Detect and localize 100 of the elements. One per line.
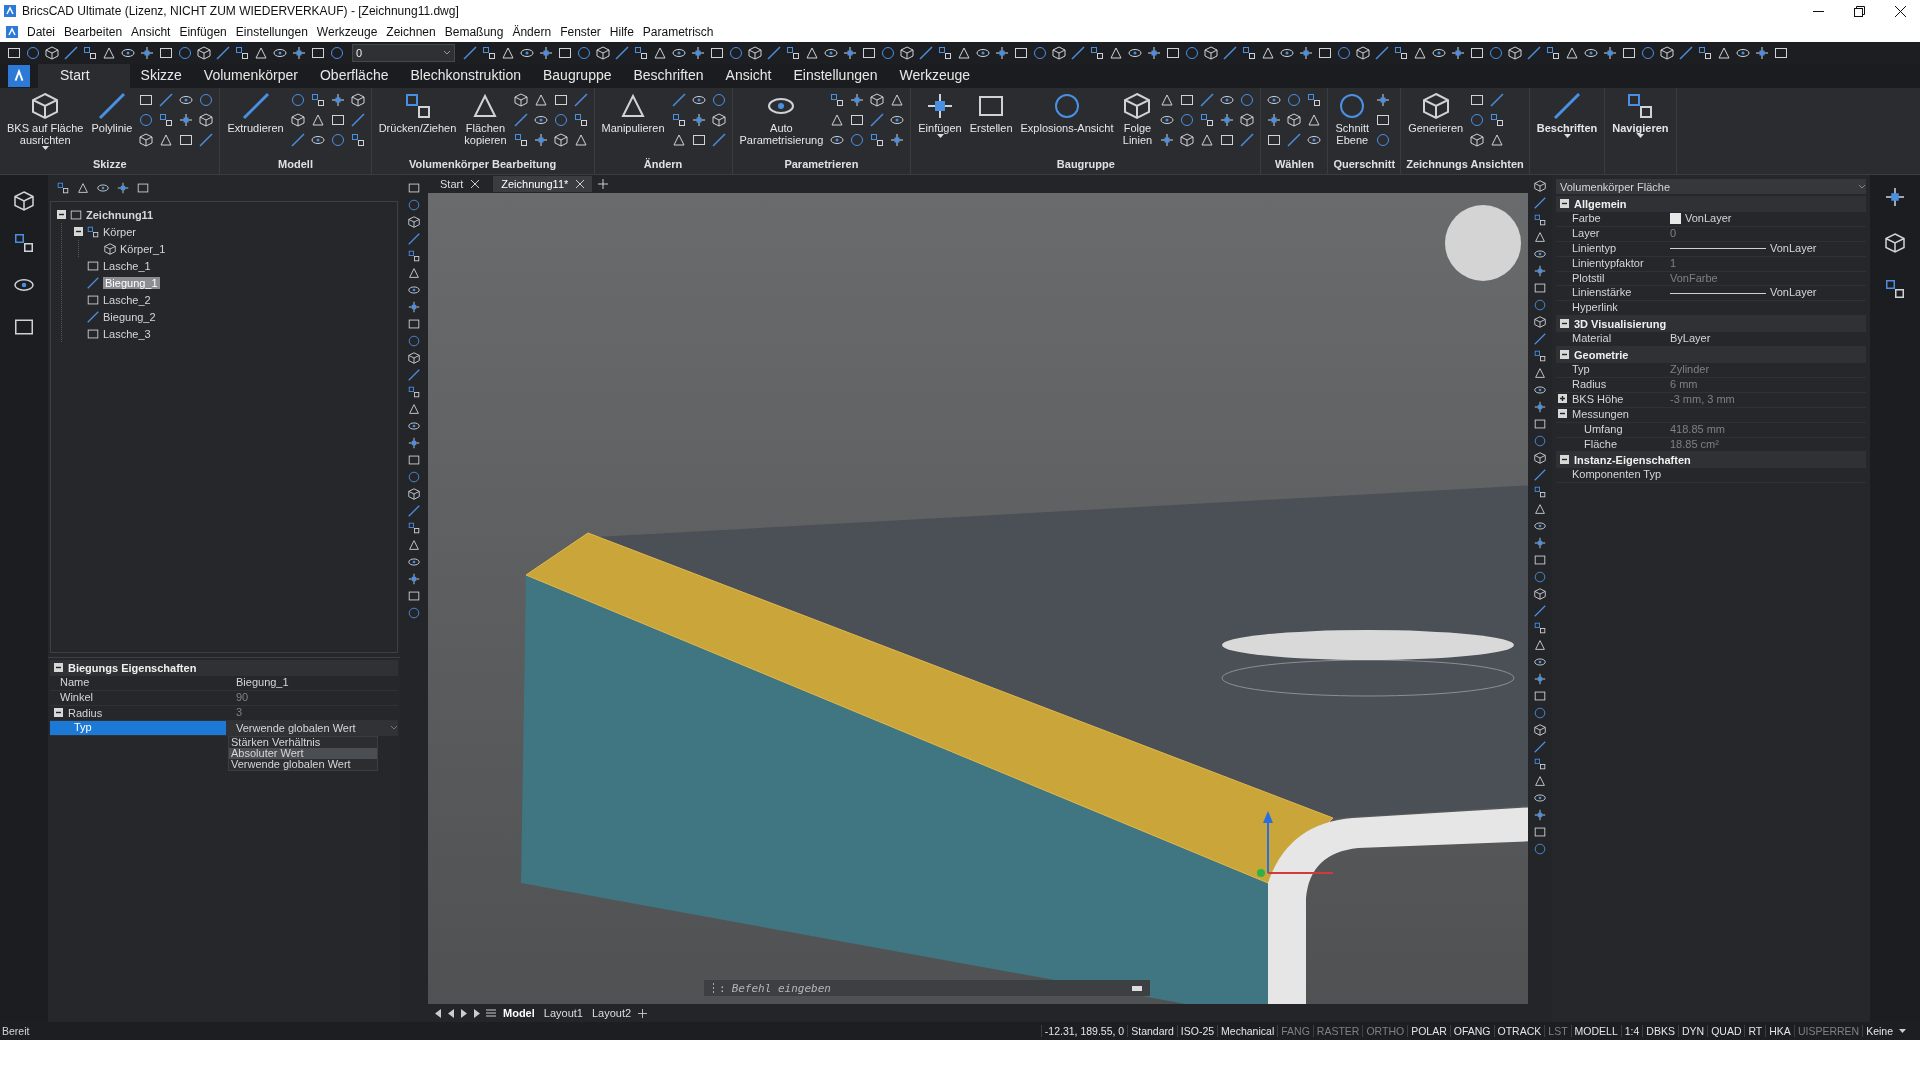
layout-list-icon[interactable] (486, 1008, 496, 1018)
collapse-icon[interactable] (1560, 199, 1569, 208)
toolbar-icon[interactable] (1507, 45, 1523, 61)
ribbon-tab[interactable]: Oberfläche (309, 64, 400, 88)
drawing-icon[interactable] (69, 207, 83, 222)
menu-item[interactable]: Parametrisch (642, 24, 714, 40)
menu-item[interactable]: Einstellungen (235, 24, 308, 40)
tool-icon[interactable] (1199, 112, 1216, 128)
tree-tool-icon[interactable] (116, 181, 130, 195)
toolbar-icon[interactable] (1355, 45, 1371, 61)
tool-icon[interactable] (1239, 132, 1256, 148)
collapse-icon[interactable] (1560, 319, 1569, 329)
tool-icon[interactable] (670, 112, 687, 128)
draw-tool-icon[interactable] (407, 385, 421, 399)
status-toggle[interactable]: RASTER (1312, 1025, 1363, 1037)
toolbar-icon[interactable] (633, 45, 649, 61)
tool-icon[interactable] (198, 132, 215, 148)
menu-item[interactable]: Hilfe (609, 24, 634, 40)
tool-icon[interactable] (889, 132, 906, 148)
toolbar-icon[interactable] (500, 45, 516, 61)
toolbar-icon[interactable] (994, 45, 1010, 61)
menu-item[interactable]: Werkzeuge (316, 24, 378, 40)
modify-tool-icon[interactable] (1533, 196, 1547, 210)
tool-icon[interactable] (329, 132, 346, 148)
tool-icon[interactable] (1375, 112, 1392, 128)
modify-tool-icon[interactable] (1533, 689, 1547, 703)
toolbar-icon[interactable] (1374, 45, 1390, 61)
tool-icon[interactable] (1489, 132, 1506, 148)
add-icon[interactable] (638, 1008, 648, 1018)
draw-tool-icon[interactable] (407, 351, 421, 365)
tool-icon[interactable] (552, 92, 569, 108)
tool-icon[interactable] (869, 92, 886, 108)
viewport[interactable]: : Befehl eingeben (428, 193, 1528, 1004)
toolbar-icon[interactable] (63, 45, 79, 61)
status-toggle[interactable]: QUAD (1707, 1025, 1745, 1037)
toolbar-icon[interactable] (1773, 45, 1789, 61)
tool-icon[interactable] (1489, 112, 1506, 128)
toolbar-icon[interactable] (1013, 45, 1029, 61)
tool-icon[interactable] (512, 132, 529, 148)
tool-icon[interactable] (1286, 112, 1303, 128)
tool-icon[interactable] (178, 112, 195, 128)
tool-icon[interactable] (1199, 92, 1216, 108)
tool-icon[interactable] (512, 112, 529, 128)
ribbon-button[interactable]: Auto Parametrisierung (737, 90, 826, 158)
tool-icon[interactable] (158, 112, 175, 128)
toolbar-icon[interactable] (291, 45, 307, 61)
tool-icon[interactable] (1159, 132, 1176, 148)
toolbar-icon[interactable] (842, 45, 858, 61)
tool-icon[interactable] (552, 112, 569, 128)
tool-icon[interactable] (1239, 112, 1256, 128)
modify-tool-icon[interactable] (1533, 468, 1547, 482)
draw-tool-icon[interactable] (407, 402, 421, 416)
toolbar-icon[interactable] (1393, 45, 1409, 61)
tool-icon[interactable] (198, 112, 215, 128)
last-page-icon[interactable] (473, 1008, 481, 1018)
caret-icon[interactable] (1899, 1029, 1906, 1033)
tool-icon[interactable] (690, 112, 707, 128)
tool-icon[interactable] (532, 92, 549, 108)
tool-icon[interactable] (869, 132, 886, 148)
draw-tool-icon[interactable] (407, 419, 421, 433)
minimize-icon[interactable] (1132, 985, 1142, 991)
status-toggle[interactable]: 1:4 (1620, 1025, 1643, 1037)
plate-icon[interactable] (86, 292, 100, 307)
toolbar-icon[interactable] (1412, 45, 1428, 61)
modify-tool-icon[interactable] (1533, 791, 1547, 805)
view-navigator-icon[interactable] (1445, 205, 1521, 281)
ribbon-tab[interactable]: Blechkonstruktion (399, 64, 532, 88)
tool-icon[interactable] (1266, 132, 1283, 148)
tool-icon[interactable] (1266, 112, 1283, 128)
tool-icon[interactable] (329, 112, 346, 128)
next-page-icon[interactable] (460, 1008, 468, 1018)
toolbar-icon[interactable] (899, 45, 915, 61)
layout-tab[interactable]: Model (501, 1007, 537, 1019)
close-icon[interactable] (1895, 5, 1906, 17)
collapse-icon[interactable] (74, 226, 83, 236)
tree-tool-icon[interactable] (136, 181, 150, 195)
tool-icon[interactable] (1375, 132, 1392, 148)
tool-icon[interactable] (1469, 112, 1486, 128)
tool-icon[interactable] (309, 92, 326, 108)
tool-icon[interactable] (690, 132, 707, 148)
tool-icon[interactable] (849, 132, 866, 148)
toolbar-icon[interactable] (481, 45, 497, 61)
modify-tool-icon[interactable] (1533, 451, 1547, 465)
tool-icon[interactable] (289, 112, 306, 128)
document-tab[interactable]: Zeichnung11* (493, 176, 593, 192)
toolbar-icon[interactable] (690, 45, 706, 61)
status-toggle[interactable]: FANG (1277, 1025, 1313, 1037)
ribbon-tab[interactable]: Start (38, 64, 130, 88)
modify-tool-icon[interactable] (1533, 315, 1547, 329)
modify-tool-icon[interactable] (1533, 332, 1547, 346)
ribbon-button[interactable]: Flächen kopieren (462, 90, 509, 158)
ribbon-button[interactable]: Folge Linien (1119, 90, 1156, 158)
tool-icon[interactable] (178, 132, 195, 148)
object-type-dropdown[interactable]: Volumenkörper Fläche (1556, 179, 1866, 194)
modify-tool-icon[interactable] (1533, 638, 1547, 652)
tool-icon[interactable] (1179, 132, 1196, 148)
ribbon-tab[interactable]: Baugruppe (532, 64, 623, 88)
toolbar-icon[interactable] (234, 45, 250, 61)
modify-tool-icon[interactable] (1533, 536, 1547, 550)
tool-icon[interactable] (1306, 92, 1323, 108)
